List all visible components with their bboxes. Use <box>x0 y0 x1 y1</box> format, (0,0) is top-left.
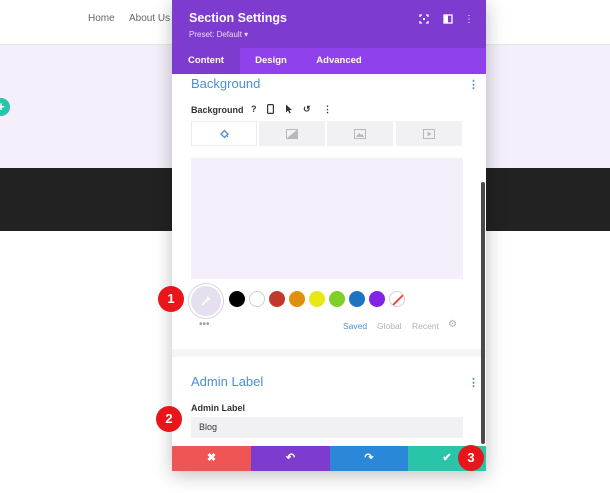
admin-label-input[interactable]: Blog <box>191 417 463 438</box>
section-divider <box>172 349 486 357</box>
swatch-black[interactable] <box>229 291 245 307</box>
admin-section-more-icon[interactable]: ⋮ <box>468 376 479 389</box>
color-tab-saved[interactable]: Saved <box>343 321 367 331</box>
color-tab[interactable] <box>191 121 257 146</box>
image-tab[interactable] <box>327 121 393 146</box>
modal-header: Section Settings Preset: Default ▾ ⋮ <box>172 0 486 48</box>
video-tab[interactable] <box>396 121 462 146</box>
more-options-icon[interactable]: ⋮ <box>463 14 475 25</box>
swatch-red[interactable] <box>269 291 285 307</box>
scrollbar[interactable] <box>481 182 485 444</box>
color-tab-global[interactable]: Global <box>377 321 402 331</box>
undo-button[interactable]: ↶ <box>251 446 330 471</box>
section-settings-modal: Section Settings Preset: Default ▾ ⋮ Con… <box>172 0 486 471</box>
annotation-badge-3: 3 <box>458 445 484 471</box>
swatch-orange[interactable] <box>289 291 305 307</box>
swatch-green[interactable] <box>329 291 345 307</box>
background-field-label: Background <box>191 105 244 115</box>
nav-link-about-us[interactable]: About Us <box>129 13 170 24</box>
more-icon[interactable]: ⋮ <box>323 104 332 115</box>
background-section-title[interactable]: Background <box>191 76 260 91</box>
cancel-button[interactable]: ✖ <box>172 446 251 471</box>
fullscreen-icon[interactable] <box>418 14 430 27</box>
help-icon[interactable]: ? <box>251 104 257 114</box>
settings-body: Background ⋮ Background ? ↺ ⋮ ••• Saved … <box>172 74 486 446</box>
background-type-tabs <box>191 121 463 146</box>
more-swatches-icon[interactable]: ••• <box>199 319 210 330</box>
modal-footer: ✖ ↶ ↷ ✔ <box>172 446 486 471</box>
redo-button[interactable]: ↷ <box>330 446 408 471</box>
annotation-badge-1: 1 <box>158 286 184 312</box>
split-view-icon[interactable] <box>442 14 454 27</box>
settings-tabs: Content Design Advanced <box>172 48 486 74</box>
eyedropper-color-picker[interactable] <box>189 284 223 318</box>
nav-link-home[interactable]: Home <box>88 13 115 24</box>
admin-label-section-title[interactable]: Admin Label <box>191 374 263 389</box>
swatch-yellow[interactable] <box>309 291 325 307</box>
background-section-more-icon[interactable]: ⋮ <box>468 78 479 91</box>
preset-dropdown[interactable]: Preset: Default ▾ <box>189 30 248 39</box>
responsive-icon[interactable] <box>267 104 275 116</box>
background-color-preview <box>191 158 463 279</box>
tab-advanced[interactable]: Advanced <box>302 48 376 74</box>
gear-icon[interactable]: ⚙ <box>448 319 457 330</box>
modal-title: Section Settings <box>189 11 287 25</box>
reset-icon[interactable]: ↺ <box>303 104 311 115</box>
color-tab-recent[interactable]: Recent <box>412 321 439 331</box>
annotation-badge-2: 2 <box>156 406 182 432</box>
swatch-white[interactable] <box>249 291 265 307</box>
admin-label-field-label: Admin Label <box>191 403 246 413</box>
tab-design[interactable]: Design <box>240 48 302 74</box>
swatch-none-icon[interactable] <box>389 291 405 307</box>
gradient-tab[interactable] <box>259 121 325 146</box>
swatch-blue[interactable] <box>349 291 365 307</box>
tab-content[interactable]: Content <box>172 48 240 74</box>
hover-icon[interactable] <box>285 104 293 116</box>
swatch-purple[interactable] <box>369 291 385 307</box>
